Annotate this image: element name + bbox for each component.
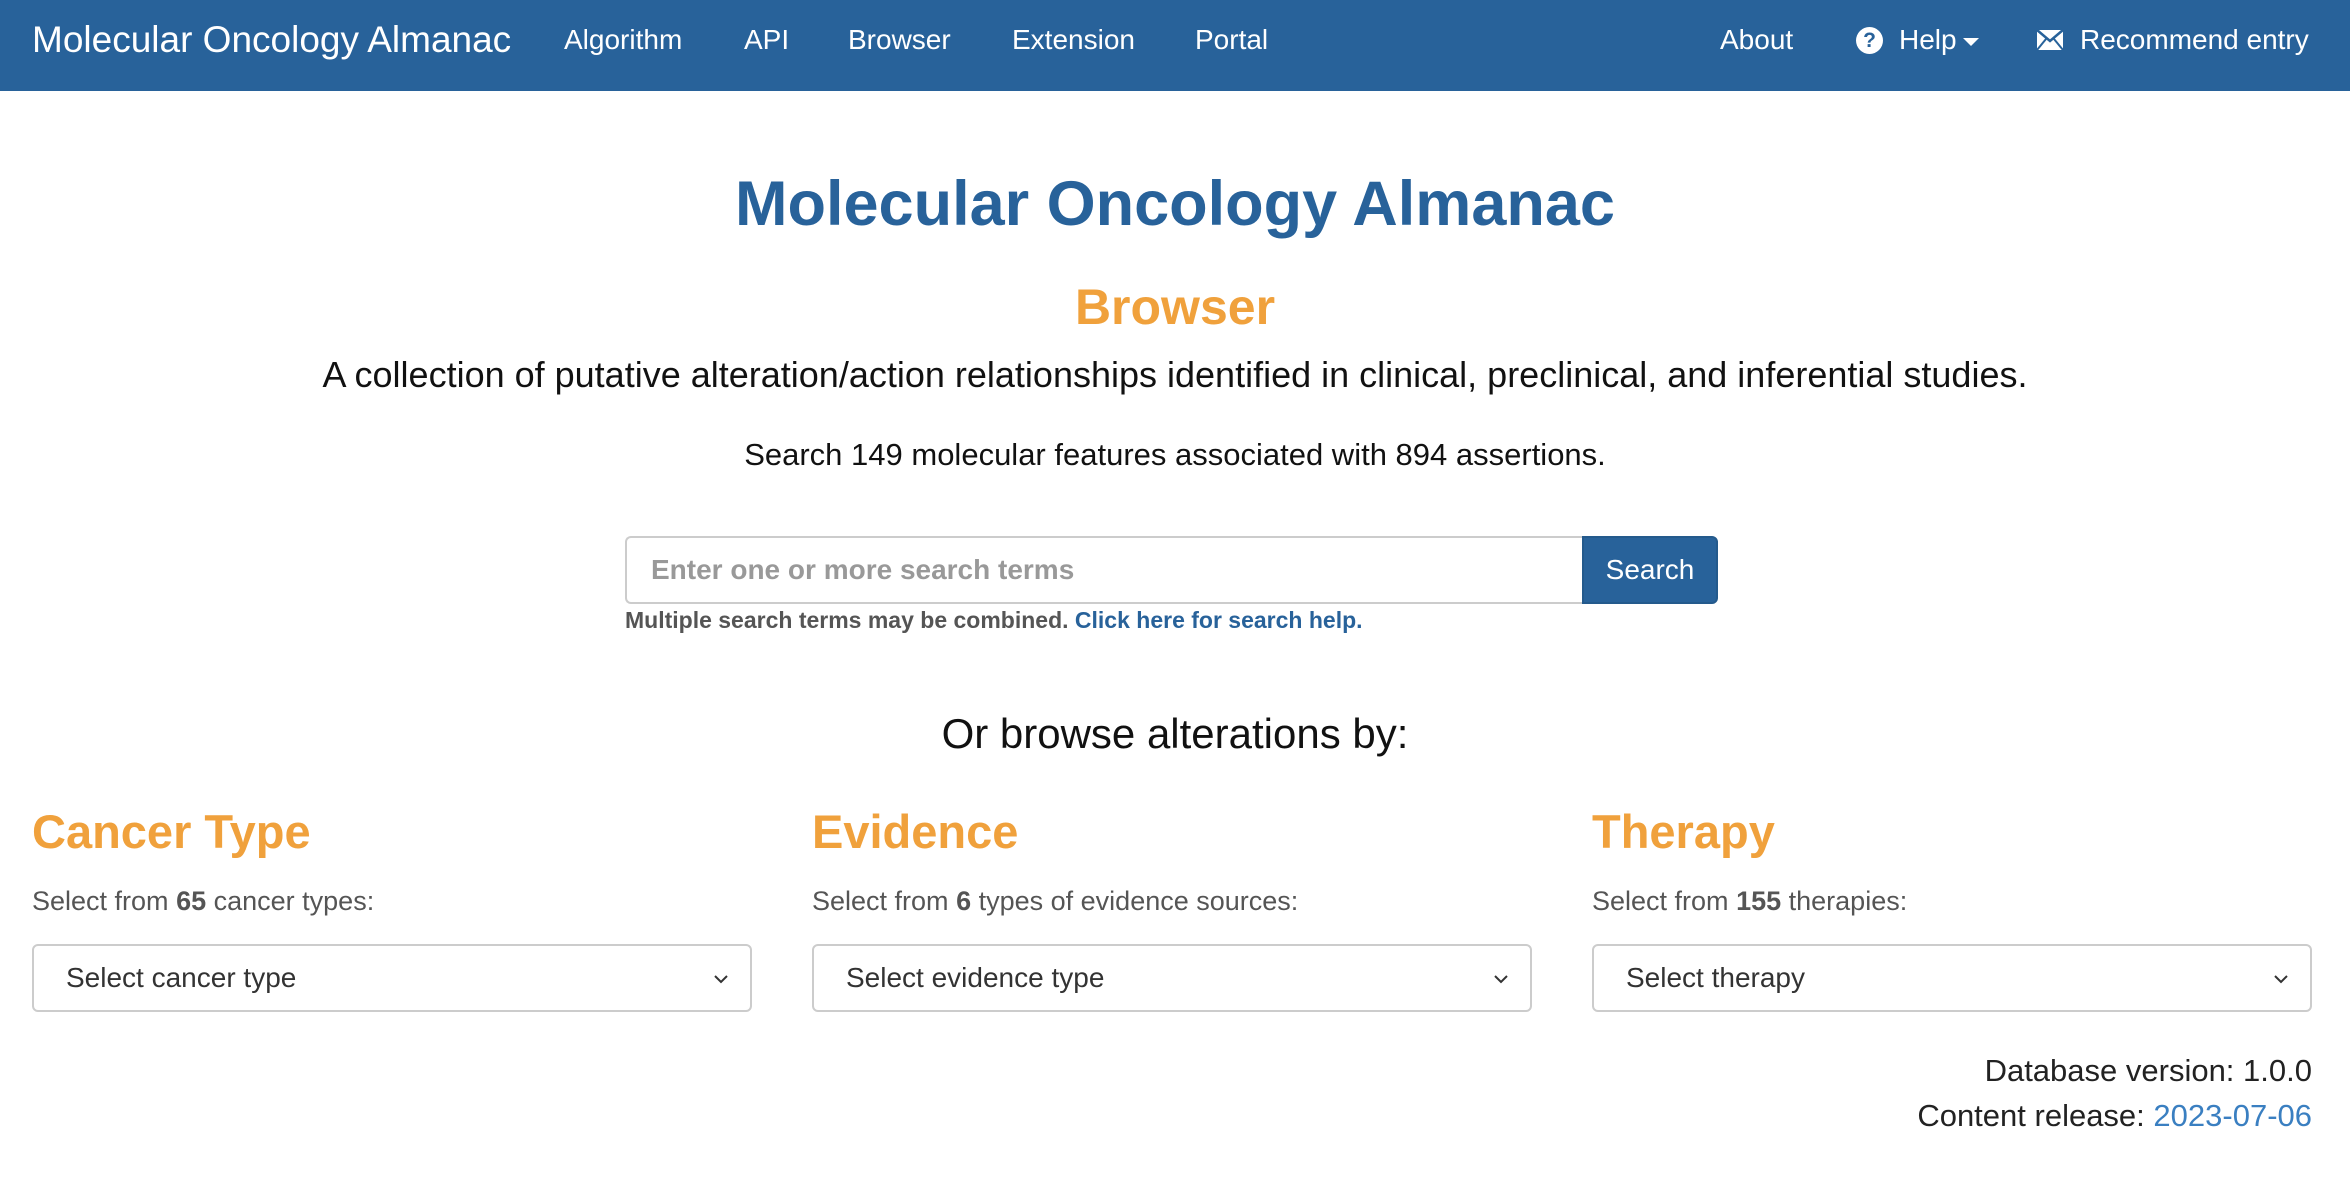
browse-heading: Or browse alterations by: bbox=[941, 710, 1409, 757]
nav-recommend-entry[interactable]: Recommend entry bbox=[2036, 0, 2309, 80]
search-form: Search bbox=[625, 536, 1718, 604]
therapy-select[interactable]: Select therapy bbox=[1592, 944, 2312, 1012]
cancer-type-select[interactable]: Select cancer type bbox=[32, 944, 752, 1012]
evidence-count: 6 bbox=[956, 886, 972, 916]
cancer-type-description: Select from 65 cancer types: bbox=[32, 884, 752, 918]
search-help-link[interactable]: Click here for search help. bbox=[1075, 607, 1363, 633]
nav-algorithm[interactable]: Algorithm bbox=[564, 0, 682, 80]
nav-api[interactable]: API bbox=[744, 0, 789, 80]
therapy-desc-prefix: Select from bbox=[1592, 886, 1729, 916]
therapy-desc-suffix: therapies: bbox=[1788, 886, 1908, 916]
top-navbar: Molecular Oncology Almanac Algorithm API… bbox=[0, 0, 2350, 91]
cancer-type-count: 65 bbox=[176, 886, 207, 916]
cancer-type-heading: Cancer Type bbox=[32, 805, 311, 858]
version-info: Database version: 1.0.0 Content release:… bbox=[1917, 1048, 2312, 1138]
caret-down-icon bbox=[1962, 38, 1979, 46]
nav-help-label: Help bbox=[1899, 24, 1957, 55]
therapy-select-value: Select therapy bbox=[1626, 962, 1805, 993]
database-stats: Search 149 molecular features associated… bbox=[744, 437, 1606, 472]
search-button[interactable]: Search bbox=[1582, 536, 1718, 604]
cancer-type-desc-prefix: Select from bbox=[32, 886, 169, 916]
content-release-date-link[interactable]: 2023-07-06 bbox=[2153, 1098, 2312, 1133]
content-release: Content release: 2023-07-06 bbox=[1917, 1093, 2312, 1138]
evidence-description: Select from 6 types of evidence sources: bbox=[812, 884, 1532, 918]
chevron-down-icon bbox=[2274, 975, 2288, 984]
browse-cancer-type: Cancer Type Select from 65 cancer types:… bbox=[32, 800, 752, 1012]
evidence-desc-prefix: Select from bbox=[812, 886, 949, 916]
evidence-select-value: Select evidence type bbox=[846, 962, 1105, 993]
browse-therapy: Therapy Select from 155 therapies: Selec… bbox=[1592, 800, 2312, 1012]
nav-recommend-label: Recommend entry bbox=[2080, 24, 2309, 55]
evidence-select[interactable]: Select evidence type bbox=[812, 944, 1532, 1012]
evidence-heading: Evidence bbox=[812, 805, 1019, 858]
nav-extension[interactable]: Extension bbox=[1012, 0, 1135, 80]
nav-help-dropdown[interactable]: ? Help bbox=[1856, 0, 1979, 80]
therapy-heading: Therapy bbox=[1592, 805, 1775, 858]
cancer-type-desc-suffix: cancer types: bbox=[213, 886, 375, 916]
database-version: Database version: 1.0.0 bbox=[1984, 1053, 2312, 1088]
envelope-icon bbox=[2036, 29, 2064, 51]
page-title: Molecular Oncology Almanac bbox=[735, 169, 1615, 239]
chevron-down-icon bbox=[1494, 975, 1508, 984]
nav-browser[interactable]: Browser bbox=[848, 0, 951, 80]
search-help-text: Multiple search terms may be combined. bbox=[625, 607, 1069, 633]
therapy-description: Select from 155 therapies: bbox=[1592, 884, 2312, 918]
chevron-down-icon bbox=[714, 975, 728, 984]
nav-about[interactable]: About bbox=[1720, 0, 1793, 80]
brand-link[interactable]: Molecular Oncology Almanac bbox=[32, 0, 511, 91]
search-input[interactable] bbox=[625, 536, 1582, 604]
browse-evidence: Evidence Select from 6 types of evidence… bbox=[812, 800, 1532, 1012]
search-help: Multiple search terms may be combined. C… bbox=[625, 607, 1363, 634]
content-release-label: Content release: bbox=[1917, 1098, 2145, 1133]
cancer-type-select-value: Select cancer type bbox=[66, 962, 297, 993]
page-lead: A collection of putative alteration/acti… bbox=[322, 354, 2028, 395]
page-subtitle: Browser bbox=[1074, 279, 1276, 335]
evidence-desc-suffix: types of evidence sources: bbox=[978, 886, 1299, 916]
question-circle-icon: ? bbox=[1856, 26, 1883, 54]
therapy-count: 155 bbox=[1736, 886, 1782, 916]
nav-portal[interactable]: Portal bbox=[1195, 0, 1268, 80]
